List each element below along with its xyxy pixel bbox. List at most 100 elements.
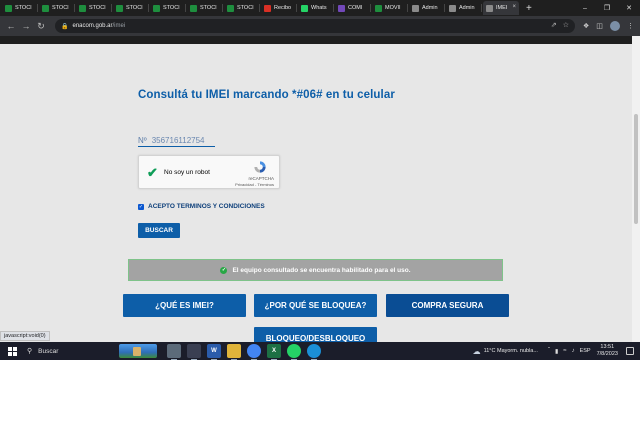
browser-tab-label: STOCI bbox=[237, 5, 254, 11]
site-header-strip bbox=[0, 36, 640, 44]
green-sheet-icon bbox=[227, 4, 234, 12]
imei-input[interactable]: Nº 356716112754 bbox=[138, 135, 215, 147]
browser-tab[interactable]: STOCI bbox=[113, 1, 149, 15]
terms-checkbox[interactable]: ✓ bbox=[138, 203, 144, 210]
browser-tab[interactable]: Recibo bbox=[261, 1, 297, 15]
calculator-icon[interactable] bbox=[167, 344, 181, 360]
scrollbar-thumb[interactable] bbox=[634, 114, 638, 224]
success-check-icon: ✓ bbox=[220, 266, 228, 274]
page-scrollbar[interactable] bbox=[632, 36, 640, 342]
browser-tab-strip: STOCI STOCI STOCI STOCI STOCI STOCI STOCI Recib… bbox=[0, 0, 640, 16]
clock-time: 13:51 bbox=[600, 344, 615, 350]
forward-arrow-icon[interactable]: → bbox=[19, 19, 33, 33]
browser-tab-label: MOVII bbox=[385, 5, 401, 11]
address-bar[interactable]: 🔒 enacom.gob.ar/imei ⇗ ☆ bbox=[55, 19, 575, 33]
browser-tab[interactable]: STOCI bbox=[187, 1, 223, 15]
wifi-icon[interactable]: ≈ bbox=[563, 348, 566, 354]
chrome-icon[interactable] bbox=[247, 344, 261, 360]
green-sheet-icon bbox=[190, 4, 197, 12]
volume-icon[interactable]: ♪ bbox=[572, 348, 575, 354]
green-sheet-icon bbox=[153, 4, 160, 12]
what-is-imei-button[interactable]: ¿QUÉ ES IMEI? bbox=[123, 294, 246, 317]
green-sheet-icon bbox=[375, 4, 382, 12]
profile-avatar[interactable] bbox=[609, 21, 620, 31]
whatsapp-icon bbox=[301, 4, 308, 12]
share-icon[interactable]: ⇗ bbox=[551, 21, 557, 29]
browser-menu-icon[interactable]: ⋮ bbox=[627, 22, 634, 30]
browser-tab[interactable]: Admin bbox=[446, 1, 482, 15]
url-path: /imei bbox=[112, 23, 126, 29]
word-icon[interactable]: W bbox=[207, 344, 221, 360]
why-blocked-button[interactable]: ¿POR QUÉ SE BLOQUEA? bbox=[254, 294, 377, 317]
close-tab-icon[interactable]: × bbox=[512, 4, 516, 10]
browser-toolbar: ← → ↻ 🔒 enacom.gob.ar/imei ⇗ ☆ ❖ ◫ ⋮ bbox=[0, 16, 640, 36]
terms-label: ACEPTO TERMINOS Y CONDICIONES bbox=[148, 203, 265, 210]
browser-tab[interactable]: STOCI bbox=[39, 1, 75, 15]
browser-tab[interactable]: STOCI bbox=[224, 1, 260, 15]
imei-prefix: Nº bbox=[138, 136, 147, 145]
captcha-links[interactable]: Privacidad - Términos bbox=[235, 182, 274, 187]
new-tab-button[interactable]: + bbox=[526, 3, 532, 14]
reload-icon[interactable]: ↻ bbox=[34, 19, 48, 33]
sidebar-icon[interactable]: ◫ bbox=[596, 22, 603, 30]
edge-icon[interactable] bbox=[307, 344, 321, 360]
close-window-icon[interactable]: ✕ bbox=[618, 4, 640, 12]
system-tray: ☁ 11°C Mayorm. nubla... ˆ ▮ ≈ ♪ ESP 13:5… bbox=[473, 344, 640, 358]
result-message: El equipo consultado se encuentra habili… bbox=[232, 266, 411, 274]
page-content: Consultá tu IMEI marcando *#06# en tu ce… bbox=[0, 44, 632, 342]
notification-icon[interactable] bbox=[626, 347, 634, 355]
block-unblock-button[interactable]: BLOQUEO/DESBLOQUEO bbox=[254, 327, 377, 342]
browser-tab[interactable]: Admin bbox=[409, 1, 445, 15]
search-icon: ⚲ bbox=[27, 348, 33, 355]
browser-tab-label: Admin bbox=[459, 5, 475, 11]
task-view-icon[interactable] bbox=[187, 344, 201, 360]
language-indicator[interactable]: ESP bbox=[580, 348, 591, 354]
weather-text[interactable]: 11°C Mayorm. nubla... bbox=[484, 348, 538, 354]
globe-icon bbox=[486, 4, 493, 12]
browser-tab-label: STOCI bbox=[15, 5, 32, 11]
safe-purchase-button[interactable]: COMPRA SEGURA bbox=[386, 294, 509, 317]
window-controls: – ❐ ✕ bbox=[574, 0, 640, 16]
browser-tab-label: STOCI bbox=[200, 5, 217, 11]
back-arrow-icon[interactable]: ← bbox=[4, 19, 18, 33]
recaptcha-logo-icon bbox=[254, 161, 266, 173]
checkmark-icon[interactable]: ✔ bbox=[147, 165, 158, 181]
gmail-icon bbox=[264, 4, 271, 12]
globe-icon bbox=[412, 4, 419, 12]
browser-tab[interactable]: MOVII bbox=[372, 1, 408, 15]
browser-tab[interactable]: STOCI bbox=[2, 1, 38, 15]
purple-form-icon bbox=[338, 4, 345, 12]
recaptcha-widget[interactable]: ✔ No soy un robot reCAPTCHA Privacidad -… bbox=[138, 155, 280, 189]
browser-tab[interactable]: STOCI bbox=[76, 1, 112, 15]
file-explorer-icon[interactable] bbox=[227, 344, 241, 360]
browser-tab-label: STOCI bbox=[163, 5, 180, 11]
taskbar-widget-image[interactable] bbox=[119, 344, 157, 358]
excel-icon[interactable]: X bbox=[267, 344, 281, 360]
taskbar-search-placeholder: Buscar bbox=[38, 347, 59, 355]
browser-tab[interactable]: COMI bbox=[335, 1, 371, 15]
chevron-up-icon[interactable]: ˆ bbox=[548, 348, 550, 354]
windows-taskbar: ⚲ Buscar W X ☁ 11°C Mayorm. nubla... ˆ ▮ … bbox=[0, 342, 640, 360]
extensions-puzzle-icon[interactable]: ❖ bbox=[583, 22, 589, 30]
browser-tab-label: STOCI bbox=[126, 5, 143, 11]
imei-value: 356716112754 bbox=[151, 136, 205, 145]
whatsapp-icon[interactable] bbox=[287, 344, 301, 360]
minimize-icon[interactable]: – bbox=[574, 5, 596, 12]
page-title: Consultá tu IMEI marcando *#06# en tu ce… bbox=[138, 89, 395, 101]
browser-tab[interactable]: Whats bbox=[298, 1, 334, 15]
browser-tab-label: COMI bbox=[348, 5, 363, 11]
terms-checkbox-row[interactable]: ✓ ACEPTO TERMINOS Y CONDICIONES bbox=[138, 203, 265, 210]
clock[interactable]: 13:51 7/8/2023 bbox=[597, 344, 618, 358]
battery-icon[interactable]: ▮ bbox=[555, 348, 558, 355]
browser-tab[interactable]: STOCI bbox=[150, 1, 186, 15]
bookmark-star-icon[interactable]: ☆ bbox=[563, 21, 569, 29]
browser-tab-label: STOCI bbox=[52, 5, 69, 11]
windows-start-icon[interactable] bbox=[5, 346, 19, 356]
browser-tab[interactable]: IMEI × bbox=[483, 1, 519, 15]
screen: STOCI STOCI STOCI STOCI STOCI STOCI STOCI Recib… bbox=[0, 0, 640, 360]
search-button[interactable]: BUSCAR bbox=[138, 223, 180, 238]
url-host: enacom.gob.ar bbox=[72, 23, 113, 29]
taskbar-search[interactable]: ⚲ Buscar bbox=[27, 345, 117, 357]
restore-icon[interactable]: ❐ bbox=[596, 4, 618, 12]
cloud-weather-icon[interactable]: ☁ bbox=[473, 347, 481, 356]
